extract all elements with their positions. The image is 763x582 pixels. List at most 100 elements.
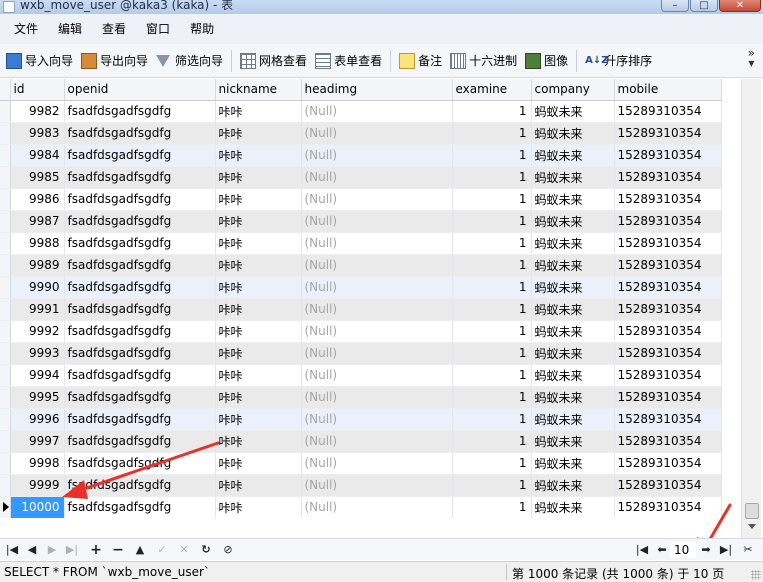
cell-company[interactable]: 蚂蚁未来: [531, 298, 615, 321]
menu-help[interactable]: 帮助: [180, 14, 224, 44]
cell-examine[interactable]: 1: [452, 430, 532, 453]
cell-id[interactable]: 9994: [10, 364, 65, 387]
cell-examine[interactable]: 1: [452, 496, 532, 518]
cell-openid[interactable]: fsadfdsgadfsgdfg: [64, 364, 216, 387]
cell-mobile[interactable]: 15289310354: [614, 320, 722, 343]
cell-company[interactable]: 蚂蚁未来: [531, 188, 615, 211]
discard-changes-icon[interactable]: ✕: [176, 542, 192, 558]
row-indicator[interactable]: [0, 166, 11, 189]
cell-nickname[interactable]: 咔咔: [215, 188, 302, 211]
table-row[interactable]: 9984 fsadfdsgadfsgdfg 咔咔 (Null) 1 蚂蚁未来 1528931…: [0, 144, 722, 167]
previous-page-icon[interactable]: ⬅: [654, 542, 670, 558]
cell-mobile[interactable]: 15289310354: [614, 474, 722, 497]
table-row[interactable]: 9998 fsadfdsgadfsgdfg 咔咔 (Null) 1 蚂蚁未来 1528931…: [0, 452, 722, 475]
cell-company[interactable]: 蚂蚁未来: [531, 320, 615, 343]
cell-id[interactable]: 9991: [10, 298, 65, 321]
table-row[interactable]: 10000 fsadfdsgadfsgdfg 咔咔 (Null) 1 蚂蚁未来 152893…: [0, 496, 722, 518]
cell-id[interactable]: 9998: [10, 452, 65, 475]
cell-nickname[interactable]: 咔咔: [215, 144, 302, 167]
cell-id[interactable]: 9993: [10, 342, 65, 365]
cell-openid[interactable]: fsadfdsgadfsgdfg: [64, 452, 216, 475]
row-indicator[interactable]: [0, 408, 11, 431]
cell-id[interactable]: 9999: [10, 474, 65, 497]
row-indicator[interactable]: [0, 144, 11, 167]
cell-examine[interactable]: 1: [452, 364, 532, 387]
cell-company[interactable]: 蚂蚁未来: [531, 100, 615, 123]
cell-mobile[interactable]: 15289310354: [614, 210, 722, 233]
menu-edit[interactable]: 编辑: [48, 14, 92, 44]
row-indicator[interactable]: [0, 254, 11, 277]
cell-nickname[interactable]: 咔咔: [215, 364, 302, 387]
cell-mobile[interactable]: 15289310354: [614, 430, 722, 453]
cell-headimg[interactable]: (Null): [301, 298, 453, 321]
table-row[interactable]: 9996 fsadfdsgadfsgdfg 咔咔 (Null) 1 蚂蚁未来 1528931…: [0, 408, 722, 431]
cell-examine[interactable]: 1: [452, 100, 532, 123]
row-indicator[interactable]: [0, 298, 11, 321]
delete-record-icon[interactable]: −: [110, 542, 126, 558]
stop-icon[interactable]: ⊘: [220, 542, 236, 558]
cell-openid[interactable]: fsadfdsgadfsgdfg: [64, 144, 216, 167]
cell-company[interactable]: 蚂蚁未来: [531, 408, 615, 431]
column-header-openid[interactable]: openid: [64, 79, 216, 101]
cell-id[interactable]: 9995: [10, 386, 65, 409]
cell-openid[interactable]: fsadfdsgadfsgdfg: [64, 298, 216, 321]
cell-nickname[interactable]: 咔咔: [215, 166, 302, 189]
cell-mobile[interactable]: 15289310354: [614, 452, 722, 475]
previous-record-icon[interactable]: ◀: [24, 542, 40, 558]
first-page-icon[interactable]: |◀: [634, 542, 650, 558]
cell-examine[interactable]: 1: [452, 408, 532, 431]
cell-id[interactable]: 9997: [10, 430, 65, 453]
cell-company[interactable]: 蚂蚁未来: [531, 144, 615, 167]
cell-mobile[interactable]: 15289310354: [614, 100, 722, 123]
cell-headimg[interactable]: (Null): [301, 430, 453, 453]
settings-tools-icon[interactable]: ✂: [740, 542, 756, 558]
row-indicator[interactable]: [0, 210, 11, 233]
cell-id[interactable]: 9996: [10, 408, 65, 431]
row-indicator[interactable]: [0, 100, 11, 123]
table-row[interactable]: 9990 fsadfdsgadfsgdfg 咔咔 (Null) 1 蚂蚁未来 1528931…: [0, 276, 722, 299]
cell-company[interactable]: 蚂蚁未来: [531, 452, 615, 475]
add-record-icon[interactable]: +: [88, 542, 104, 558]
cell-openid[interactable]: fsadfdsgadfsgdfg: [64, 342, 216, 365]
cell-headimg[interactable]: (Null): [301, 452, 453, 475]
cell-mobile[interactable]: 15289310354: [614, 342, 722, 365]
cell-openid[interactable]: fsadfdsgadfsgdfg: [64, 320, 216, 343]
cell-nickname[interactable]: 咔咔: [215, 408, 302, 431]
row-indicator[interactable]: [0, 474, 11, 497]
cell-nickname[interactable]: 咔咔: [215, 254, 302, 277]
close-button[interactable]: ✕: [719, 0, 761, 12]
cell-headimg[interactable]: (Null): [301, 254, 453, 277]
cell-company[interactable]: 蚂蚁未来: [531, 496, 615, 518]
cell-openid[interactable]: fsadfdsgadfsgdfg: [64, 210, 216, 233]
cell-id[interactable]: 9985: [10, 166, 65, 189]
column-header-company[interactable]: company: [531, 79, 615, 101]
cell-mobile[interactable]: 15289310354: [614, 232, 722, 255]
row-indicator[interactable]: [0, 342, 11, 365]
cell-id[interactable]: 9989: [10, 254, 65, 277]
table-row[interactable]: 9983 fsadfdsgadfsgdfg 咔咔 (Null) 1 蚂蚁未来 1528931…: [0, 122, 722, 145]
cell-examine[interactable]: 1: [452, 298, 532, 321]
cell-mobile[interactable]: 15289310354: [614, 188, 722, 211]
cell-nickname[interactable]: 咔咔: [215, 298, 302, 321]
table-row[interactable]: 9989 fsadfdsgadfsgdfg 咔咔 (Null) 1 蚂蚁未来 1528931…: [0, 254, 722, 277]
cell-id[interactable]: 9987: [10, 210, 65, 233]
table-row[interactable]: 9999 fsadfdsgadfsgdfg 咔咔 (Null) 1 蚂蚁未来 1528931…: [0, 474, 722, 497]
cell-openid[interactable]: fsadfdsgadfsgdfg: [64, 496, 216, 518]
toolbar-overflow-icon[interactable]: » ▾: [748, 47, 755, 69]
next-page-icon[interactable]: ➡: [698, 542, 714, 558]
cell-id[interactable]: 9990: [10, 276, 65, 299]
minimize-button[interactable]: –: [661, 0, 689, 12]
cell-headimg[interactable]: (Null): [301, 166, 453, 189]
scrollbar-thumb[interactable]: [745, 503, 759, 519]
table-row[interactable]: 9987 fsadfdsgadfsgdfg 咔咔 (Null) 1 蚂蚁未来 1528931…: [0, 210, 722, 233]
cell-nickname[interactable]: 咔咔: [215, 386, 302, 409]
cell-openid[interactable]: fsadfdsgadfsgdfg: [64, 232, 216, 255]
cell-examine[interactable]: 1: [452, 386, 532, 409]
cell-nickname[interactable]: 咔咔: [215, 430, 302, 453]
row-indicator[interactable]: [0, 232, 11, 255]
cell-company[interactable]: 蚂蚁未来: [531, 364, 615, 387]
up-icon[interactable]: ▲: [132, 542, 148, 558]
cell-nickname[interactable]: 咔咔: [215, 276, 302, 299]
cell-headimg[interactable]: (Null): [301, 276, 453, 299]
table-row[interactable]: 9986 fsadfdsgadfsgdfg 咔咔 (Null) 1 蚂蚁未来 1528931…: [0, 188, 722, 211]
